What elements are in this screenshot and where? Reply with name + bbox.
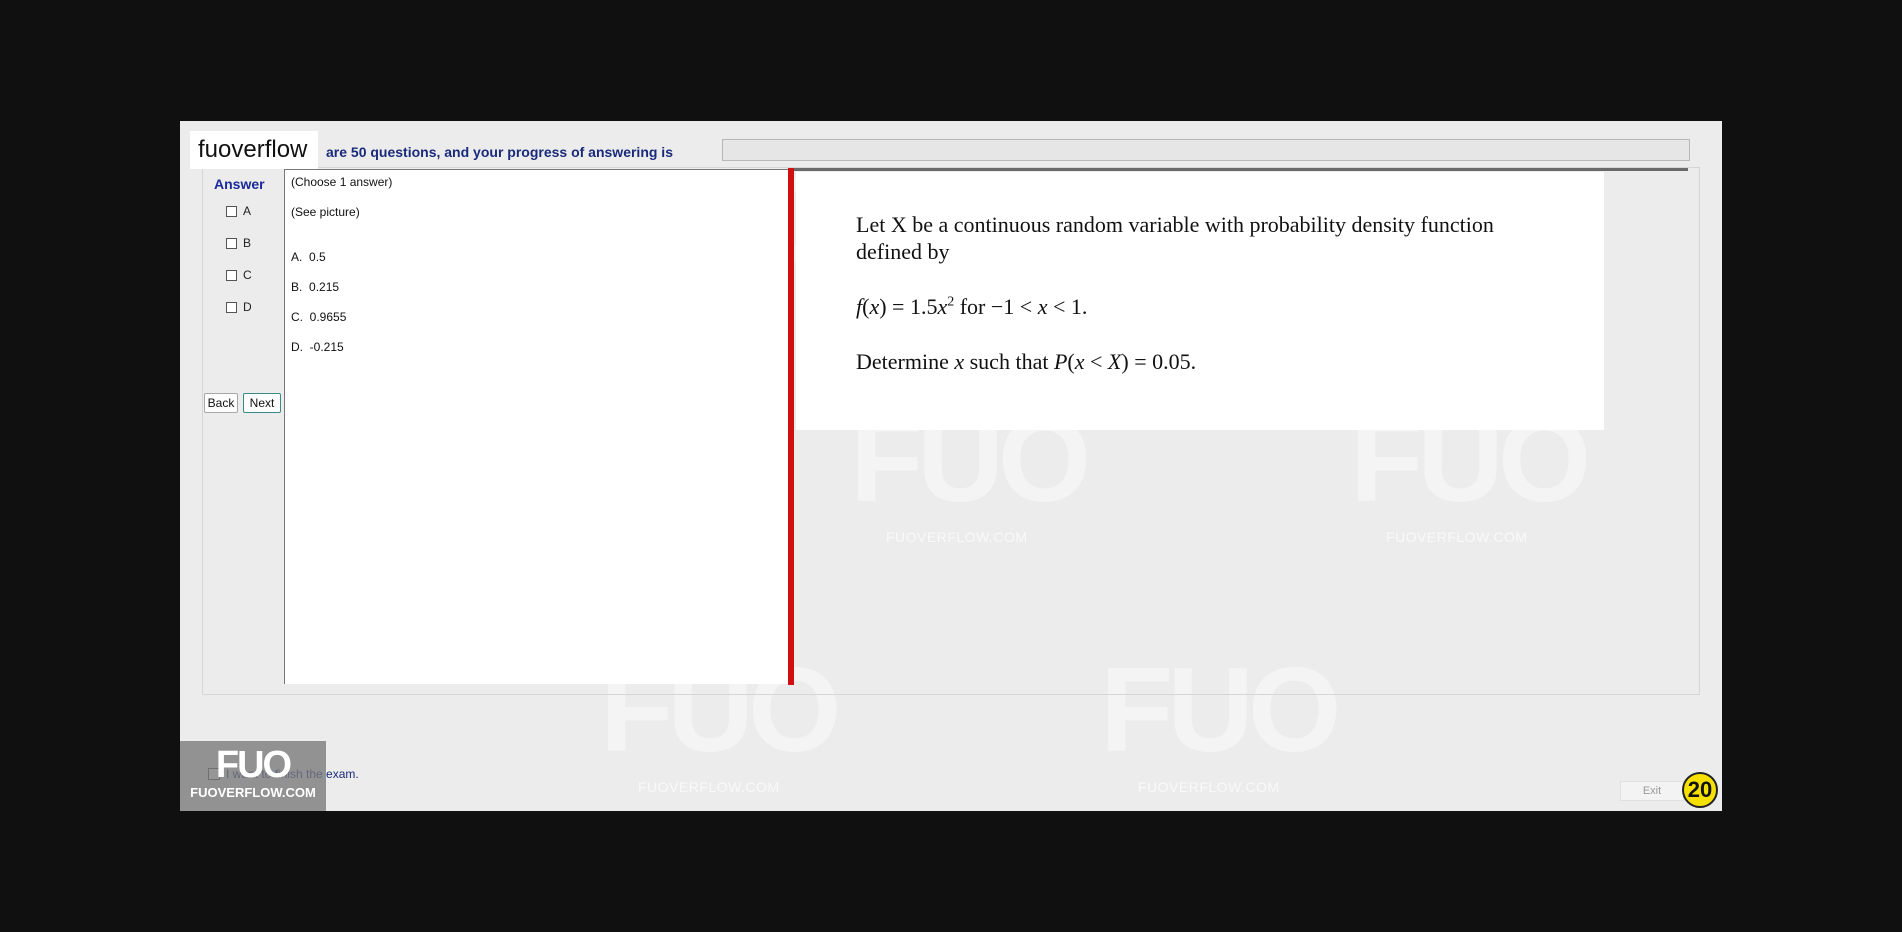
exam-window: FUO FUOVERFLOW.COM FUO FUOVERFLOW.COM FU… [180, 121, 1722, 811]
option-a-checkbox[interactable]: A [226, 204, 251, 218]
question-line-3: Determine x such that P(x < X) = 0.05. [856, 349, 1197, 374]
question-formula: f(x) = 1.5x2 for −1 < x < 1. [856, 294, 1088, 319]
progress-bar [722, 139, 1690, 161]
question-text-panel: (Choose 1 answer) (See picture) A. 0.5 B… [284, 169, 792, 684]
question-line-1: Let X be a continuous random variable wi… [856, 212, 1494, 237]
watermark-site: FUOVERFLOW.COM [1138, 779, 1280, 795]
checkbox-box[interactable] [226, 205, 237, 217]
question-image: Let X be a continuous random variable wi… [796, 172, 1604, 430]
badge-logo: FUO [215, 744, 292, 786]
question-counter-badge: 20 [1682, 772, 1718, 808]
watermark-site: FUOVERFLOW.COM [638, 779, 780, 795]
next-button[interactable]: Next [243, 393, 281, 413]
image-panel-border [794, 168, 1688, 171]
badge-site: FUOVERFLOW.COM [190, 785, 316, 800]
question-line-2: defined by [856, 239, 950, 264]
checkbox-box[interactable] [226, 301, 237, 313]
checkbox-box[interactable] [226, 237, 237, 249]
brand-label: fuoverflow [190, 131, 318, 169]
progress-label: are 50 questions, and your progress of a… [326, 144, 673, 160]
choice-d: D. -0.215 [291, 340, 344, 354]
option-label: A [243, 204, 252, 218]
option-label: D [243, 300, 252, 314]
choice-c: C. 0.9655 [291, 310, 347, 324]
option-c-checkbox[interactable]: C [226, 268, 252, 282]
checkbox-box[interactable] [226, 269, 237, 281]
option-label: C [243, 268, 252, 282]
instruction-text: (Choose 1 answer) [291, 175, 393, 189]
see-picture-text: (See picture) [291, 205, 360, 219]
answer-title: Answer [214, 176, 265, 192]
fuo-watermark-badge: FUO FUOVERFLOW.COM [180, 741, 326, 811]
option-b-checkbox[interactable]: B [226, 236, 251, 250]
option-d-checkbox[interactable]: D [226, 300, 252, 314]
option-label: B [243, 236, 252, 250]
back-button[interactable]: Back [204, 393, 238, 413]
exit-button[interactable]: Exit [1620, 781, 1684, 801]
panel-splitter[interactable] [788, 168, 794, 685]
choice-b: B. 0.215 [291, 280, 340, 294]
choice-a: A. 0.5 [291, 250, 326, 264]
